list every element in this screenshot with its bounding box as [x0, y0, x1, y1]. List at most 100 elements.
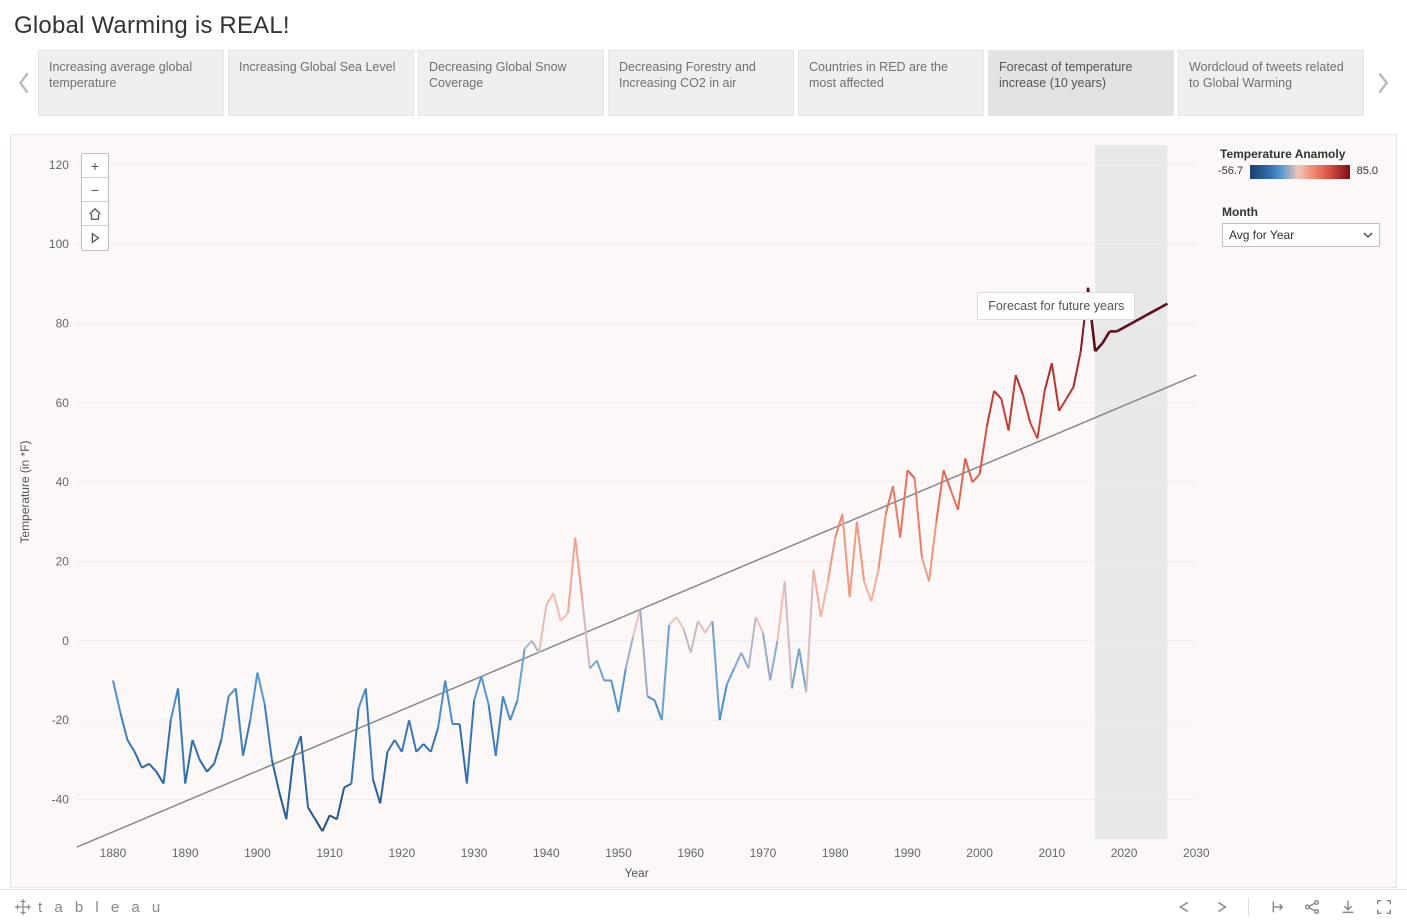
history-segment [720, 684, 727, 720]
story-point[interactable]: Decreasing Global Snow Coverage [418, 50, 604, 116]
history-segment [489, 704, 496, 756]
history-segment [330, 815, 337, 819]
history-segment [546, 593, 553, 605]
history-segment [431, 728, 438, 752]
svg-text:60: 60 [56, 396, 70, 410]
history-segment [257, 673, 264, 705]
history-segment [156, 772, 163, 784]
revert-icon[interactable] [1267, 898, 1285, 916]
history-segment [857, 522, 864, 581]
story-next-arrow[interactable] [1369, 48, 1397, 118]
history-segment [416, 744, 423, 752]
history-segment [777, 581, 784, 640]
history-segment [676, 617, 683, 629]
history-segment [655, 700, 662, 720]
month-dropdown[interactable]: Avg for Year [1222, 223, 1380, 247]
svg-text:100: 100 [49, 237, 69, 251]
history-segment [460, 724, 467, 783]
history-segment [712, 621, 719, 720]
tableau-logo-text: t a b l e a u [38, 899, 164, 916]
zoom-out-button[interactable]: − [82, 178, 108, 202]
history-segment [1037, 391, 1044, 439]
history-segment [958, 458, 965, 510]
history-segment [272, 760, 279, 792]
history-segment [409, 720, 416, 752]
month-dropdown-value: Avg for Year [1229, 228, 1294, 242]
story-prev-arrow[interactable] [10, 48, 38, 118]
history-segment [626, 637, 633, 669]
history-segment [387, 740, 394, 752]
month-filter-label: Month [1222, 205, 1380, 219]
story-point[interactable]: Increasing average global temperature [38, 50, 224, 116]
history-segment [135, 752, 142, 768]
history-segment [532, 641, 539, 653]
history-segment [727, 669, 734, 685]
history-segment [315, 819, 322, 831]
chart-area[interactable]: -40-200204060801001201880189019001910192… [10, 134, 1397, 888]
story-point[interactable]: Wordcloud of tweets related to Global Wa… [1178, 50, 1364, 116]
history-segment [496, 696, 503, 755]
history-segment [814, 569, 821, 617]
tableau-logo[interactable]: t a b l e a u [14, 898, 164, 916]
history-segment [842, 514, 849, 597]
history-segment [994, 391, 1001, 399]
zoom-home-button[interactable] [82, 202, 108, 226]
history-segment [835, 514, 842, 538]
svg-text:-20: -20 [52, 713, 70, 727]
history-segment [1074, 351, 1081, 387]
history-segment [864, 581, 871, 601]
story-point[interactable]: Decreasing Forestry and Increasing CO2 i… [608, 50, 794, 116]
history-segment [915, 478, 922, 557]
svg-text:-40: -40 [52, 792, 70, 806]
history-segment [380, 752, 387, 804]
zoom-play-button[interactable] [82, 226, 108, 250]
history-segment [1023, 395, 1030, 423]
history-segment [1001, 399, 1008, 431]
history-segment [1059, 399, 1066, 411]
history-segment [503, 696, 510, 720]
legend-max: 85.0 [1357, 165, 1378, 177]
history-segment [149, 764, 156, 772]
history-segment [424, 744, 431, 752]
history-segment [972, 474, 979, 482]
history-segment [597, 661, 604, 681]
history-segment [322, 815, 329, 831]
undo-icon[interactable] [1176, 898, 1194, 916]
story-point[interactable]: Increasing Global Sea Level [228, 50, 414, 116]
download-icon[interactable] [1339, 898, 1357, 916]
redo-icon[interactable] [1212, 898, 1230, 916]
history-segment [893, 486, 900, 538]
history-segment [662, 625, 669, 720]
history-segment [1016, 375, 1023, 395]
history-segment [799, 649, 806, 693]
history-segment [568, 538, 575, 613]
history-segment [142, 764, 149, 768]
history-segment [770, 641, 777, 681]
svg-text:1950: 1950 [605, 846, 632, 860]
history-segment [127, 740, 134, 752]
history-segment [611, 680, 618, 712]
svg-text:1960: 1960 [677, 846, 704, 860]
svg-text:1980: 1980 [822, 846, 849, 860]
history-segment [243, 720, 250, 756]
history-segment [308, 807, 315, 819]
history-segment [474, 676, 481, 700]
story-point[interactable]: Forecast of temperature increase (10 yea… [988, 50, 1174, 116]
svg-text:1940: 1940 [533, 846, 560, 860]
history-segment [279, 792, 286, 820]
svg-text:1970: 1970 [750, 846, 777, 860]
history-segment [236, 688, 243, 755]
svg-text:120: 120 [49, 158, 69, 172]
share-icon[interactable] [1303, 898, 1321, 916]
history-segment [763, 633, 770, 681]
history-segment [741, 653, 748, 669]
history-segment [265, 704, 272, 760]
tableau-footer: t a b l e a u [0, 889, 1407, 924]
svg-text:1990: 1990 [894, 846, 921, 860]
story-point[interactable]: Countries in RED are the most affected [798, 50, 984, 116]
history-segment [214, 740, 221, 764]
footer-toolbar [1176, 898, 1393, 916]
fullscreen-icon[interactable] [1375, 898, 1393, 916]
zoom-in-button[interactable]: + [82, 154, 108, 178]
history-segment [698, 621, 705, 633]
